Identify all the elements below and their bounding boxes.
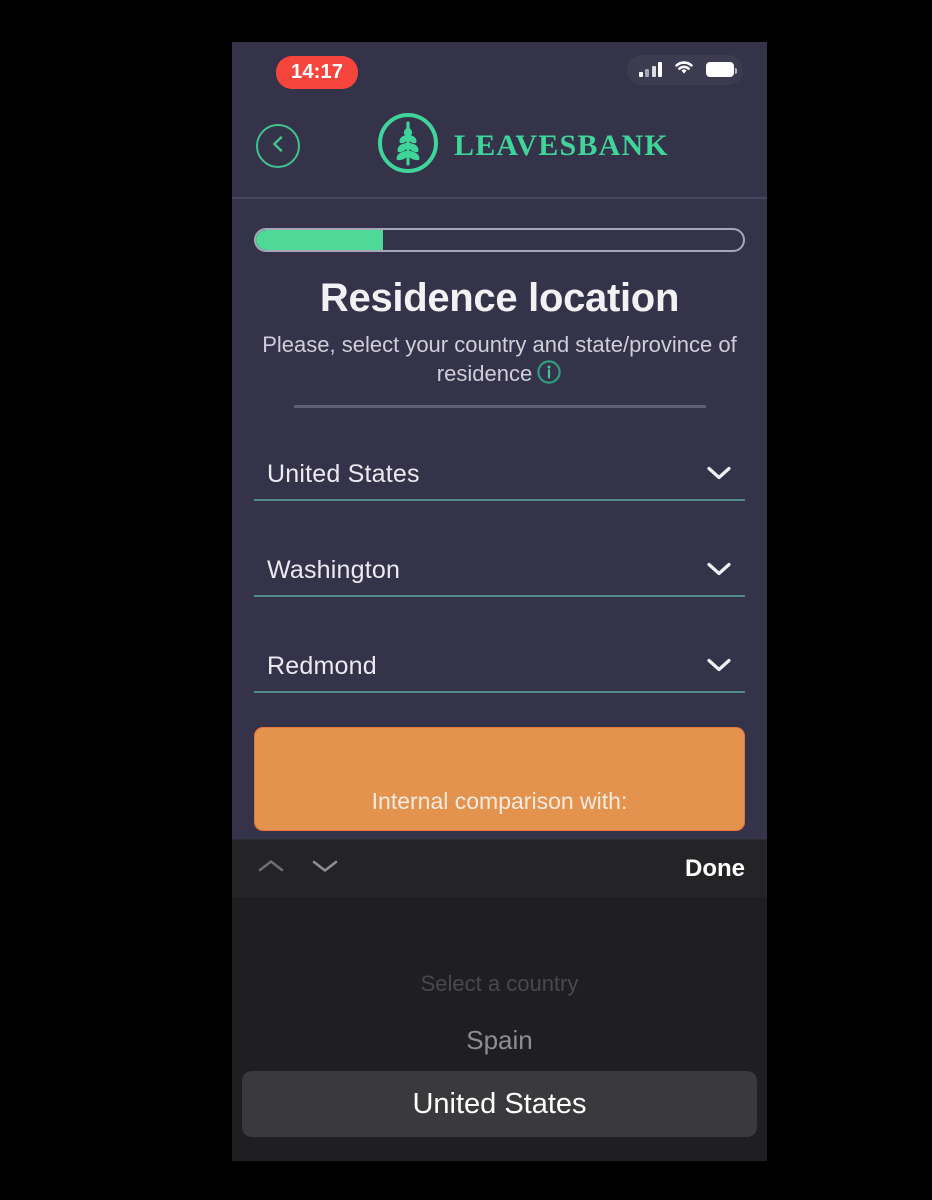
city-dropdown[interactable]: Redmond <box>254 631 745 693</box>
country-dropdown-value: United States <box>267 460 420 488</box>
phone-screen: 14:17 LEAVESBANK Residence location Plea… <box>232 42 767 1161</box>
onboarding-progress-bar <box>254 228 745 252</box>
recording-time-badge: 14:17 <box>276 56 359 89</box>
picker-option-spain[interactable]: Spain <box>232 1009 767 1071</box>
chevron-left-icon <box>268 134 288 159</box>
cellular-signal-icon <box>638 62 662 77</box>
country-picker-wheel[interactable]: Select a country Spain United States <box>232 897 767 1161</box>
state-dropdown[interactable]: Washington <box>254 535 745 597</box>
chevron-up-icon[interactable] <box>254 855 288 882</box>
picker-spacer <box>232 897 767 959</box>
brand-lockup: LEAVESBANK <box>375 110 669 181</box>
picker-nav-chevrons <box>254 855 342 882</box>
tree-leaf-logo-icon <box>375 110 441 181</box>
status-icons-group <box>626 55 743 85</box>
app-header: LEAVESBANK <box>232 100 767 199</box>
picker-toolbar: Done <box>232 839 767 897</box>
internal-comparison-label: Internal comparison with: <box>371 787 628 814</box>
country-dropdown[interactable]: United States <box>254 439 745 501</box>
state-dropdown-value: Washington <box>267 556 401 584</box>
page-subtitle-text: Please, select your country and state/pr… <box>262 332 737 386</box>
picker-option-placeholder[interactable]: Select a country <box>232 959 767 1009</box>
content-area: Residence location Please, select your c… <box>232 228 767 831</box>
status-bar: 14:17 <box>232 42 767 100</box>
picker-option-united-states[interactable]: United States <box>242 1071 757 1137</box>
city-dropdown-value: Redmond <box>267 652 377 680</box>
picker-done-button[interactable]: Done <box>685 855 745 883</box>
progress-fill <box>256 230 383 250</box>
chevron-down-icon <box>705 560 733 583</box>
wifi-icon <box>673 59 695 80</box>
page-title: Residence location <box>319 276 680 320</box>
section-divider <box>293 405 706 408</box>
info-circle-icon[interactable] <box>536 359 562 385</box>
chevron-down-icon[interactable] <box>308 855 342 882</box>
chevron-down-icon <box>705 656 733 679</box>
back-button[interactable] <box>256 124 300 168</box>
page-subtitle: Please, select your country and state/pr… <box>254 331 745 388</box>
chevron-down-icon <box>705 464 733 487</box>
internal-comparison-button[interactable]: Internal comparison with: <box>254 727 745 831</box>
brand-name: LEAVESBANK <box>454 128 669 162</box>
location-fields-group: United States Washington Redmond <box>254 439 745 693</box>
country-picker-overlay: Done Select a country Spain United State… <box>232 839 767 1161</box>
battery-icon <box>706 62 737 77</box>
